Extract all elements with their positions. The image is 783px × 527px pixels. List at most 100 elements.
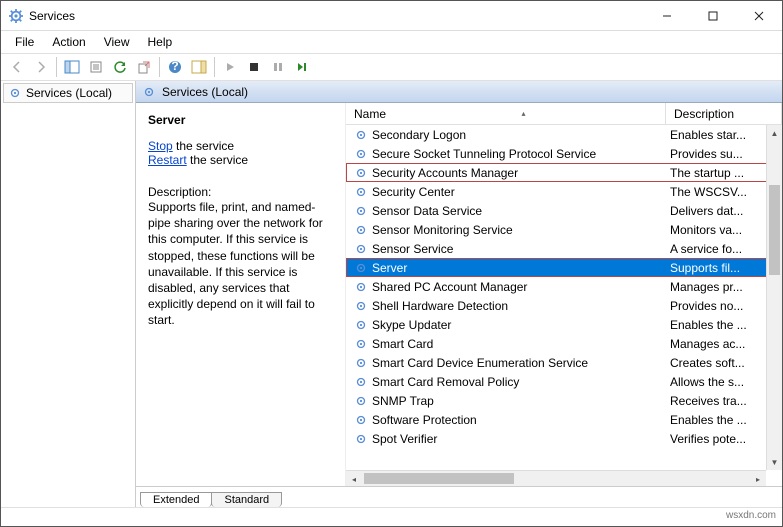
footer-watermark: wsxdn.com [1, 507, 782, 525]
service-name: Sensor Monitoring Service [372, 223, 513, 237]
menu-help[interactable]: Help [140, 33, 181, 51]
service-icon [354, 147, 368, 161]
view-tabs: Extended Standard [136, 487, 782, 507]
service-icon [354, 299, 368, 313]
service-icon [354, 242, 368, 256]
service-row[interactable]: Spot Verifier Verifies pote... [346, 429, 782, 448]
service-row[interactable]: Security Accounts ManagerThe startup ... [346, 163, 782, 182]
service-icon [354, 337, 368, 351]
service-name: Security Center [372, 185, 455, 199]
service-icon [354, 128, 368, 142]
service-icon [354, 280, 368, 294]
service-desc: Delivers dat... [666, 204, 782, 218]
action-pane-button[interactable] [187, 55, 211, 79]
service-row[interactable]: Smart Card Removal Policy Allows the s... [346, 372, 782, 391]
service-row[interactable]: Security Center The WSCSV... [346, 182, 782, 201]
service-icon [354, 223, 368, 237]
service-row[interactable]: Skype UpdaterEnables the ... [346, 315, 782, 334]
service-row[interactable]: ServerSupports fil... [346, 258, 782, 277]
minimize-button[interactable] [644, 1, 690, 31]
forward-button[interactable] [29, 55, 53, 79]
app-icon [9, 9, 23, 23]
scroll-left-button[interactable]: ◂ [346, 472, 362, 487]
service-name: Shell Hardware Detection [372, 299, 508, 313]
service-desc: A service fo... [666, 242, 782, 256]
service-icon [354, 432, 368, 446]
service-icon [354, 356, 368, 370]
service-row[interactable]: SNMP TrapReceives tra... [346, 391, 782, 410]
service-icon [354, 375, 368, 389]
service-row[interactable]: Secondary LogonEnables star... [346, 125, 782, 144]
column-header-name[interactable]: Name▴ [346, 103, 666, 124]
service-row[interactable]: Smart Card Manages ac... [346, 334, 782, 353]
pause-service-button[interactable] [266, 55, 290, 79]
service-icon [354, 318, 368, 332]
console-tree: Services (Local) [1, 81, 136, 507]
main-area: Services (Local) Services (Local) Server… [1, 81, 782, 507]
menu-action[interactable]: Action [44, 33, 93, 51]
scroll-thumb[interactable] [769, 185, 780, 275]
refresh-button[interactable] [108, 55, 132, 79]
service-row[interactable]: Secure Socket Tunneling Protocol Service… [346, 144, 782, 163]
export-button[interactable] [132, 55, 156, 79]
close-button[interactable] [736, 1, 782, 31]
scroll-up-button[interactable]: ▲ [767, 125, 782, 141]
service-icon [354, 166, 368, 180]
service-desc: Provides no... [666, 299, 782, 313]
service-name: Secure Socket Tunneling Protocol Service [372, 147, 596, 161]
start-service-button[interactable] [218, 55, 242, 79]
horizontal-scrollbar[interactable]: ◂ ▸ [346, 470, 766, 486]
column-headers: Name▴ Description [346, 103, 782, 125]
service-name: Sensor Service [372, 242, 453, 256]
service-row[interactable]: Smart Card Device Enumeration ServiceCre… [346, 353, 782, 372]
description-label: Description: [148, 185, 337, 199]
service-row[interactable]: Software Protection Enables the ... [346, 410, 782, 429]
service-row[interactable]: Sensor Data ServiceDelivers dat... [346, 201, 782, 220]
service-icon [354, 261, 368, 275]
pane-header-label: Services (Local) [162, 85, 248, 99]
show-hide-tree-button[interactable] [60, 55, 84, 79]
column-header-description[interactable]: Description [666, 103, 782, 124]
content-area: Server Stop the service Restart the serv… [136, 103, 782, 487]
selected-service-title: Server [148, 113, 337, 127]
service-name: Spot Verifier [372, 432, 437, 446]
menu-file[interactable]: File [7, 33, 42, 51]
tab-extended[interactable]: Extended [140, 492, 212, 507]
service-name: Secondary Logon [372, 128, 466, 142]
scroll-right-button[interactable]: ▸ [750, 471, 766, 486]
service-row[interactable]: Sensor Monitoring Service Monitors va... [346, 220, 782, 239]
service-desc: The WSCSV... [666, 185, 782, 199]
service-desc: Enables the ... [666, 413, 782, 427]
service-desc: Enables the ... [666, 318, 782, 332]
restart-link[interactable]: Restart [148, 153, 187, 167]
service-desc: Monitors va... [666, 223, 782, 237]
sort-indicator-icon: ▴ [522, 109, 526, 118]
service-name: Software Protection [372, 413, 477, 427]
back-button[interactable] [5, 55, 29, 79]
detail-panel: Server Stop the service Restart the serv… [136, 103, 346, 486]
tree-item-services-local[interactable]: Services (Local) [3, 83, 133, 103]
menu-view[interactable]: View [96, 33, 138, 51]
titlebar: Services [1, 1, 782, 31]
restart-service-button[interactable] [290, 55, 314, 79]
hscroll-thumb[interactable] [364, 473, 514, 484]
rows-container[interactable]: Secondary LogonEnables star...Secure Soc… [346, 125, 782, 486]
service-row[interactable]: Sensor Service A service fo... [346, 239, 782, 258]
service-desc: Manages ac... [666, 337, 782, 351]
service-row[interactable]: Shared PC Account ManagerManages pr... [346, 277, 782, 296]
service-name: Smart Card [372, 337, 433, 351]
service-desc: Allows the s... [666, 375, 782, 389]
service-name: Smart Card Removal Policy [372, 375, 519, 389]
properties-button[interactable] [84, 55, 108, 79]
stop-link[interactable]: Stop [148, 139, 173, 153]
service-icon [354, 413, 368, 427]
service-row[interactable]: Shell Hardware Detection Provides no... [346, 296, 782, 315]
stop-service-button[interactable] [242, 55, 266, 79]
service-name: Shared PC Account Manager [372, 280, 527, 294]
vertical-scrollbar[interactable]: ▲ ▼ [766, 125, 782, 470]
scroll-down-button[interactable]: ▼ [767, 454, 782, 470]
help-button[interactable]: ? [163, 55, 187, 79]
maximize-button[interactable] [690, 1, 736, 31]
tab-standard[interactable]: Standard [211, 492, 282, 507]
service-desc: Verifies pote... [666, 432, 782, 446]
